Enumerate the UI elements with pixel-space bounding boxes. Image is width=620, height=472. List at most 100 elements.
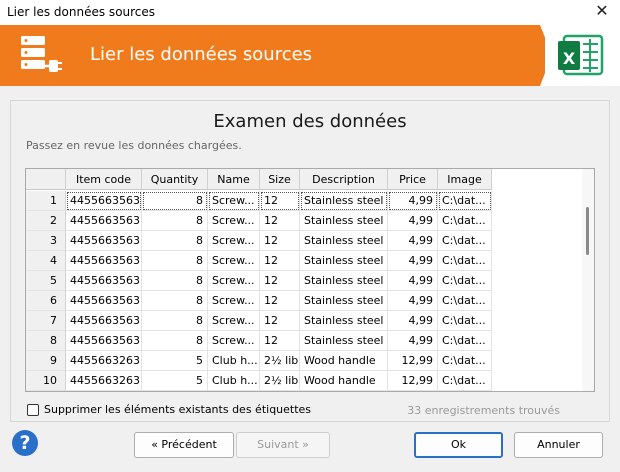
table-row[interactable]: 9 4455663263 5 Club h... 2½ lib Wood handle 12… [26,351,492,371]
quantity-cell[interactable]: 5 [142,351,208,371]
quantity-cell[interactable]: 8 [142,191,208,211]
description-cell[interactable]: Stainless steel [300,231,388,251]
image-cell[interactable]: C:\dat... [438,311,492,331]
quantity-cell[interactable]: 8 [142,211,208,231]
item-code-cell[interactable]: 4455663263 [66,351,142,371]
data-grid[interactable]: Item code Quantity Name Size Description… [25,168,595,392]
size-cell[interactable]: 2½ lib [260,371,300,391]
price-cell[interactable]: 4,99 [388,311,438,331]
description-cell[interactable]: Stainless steel [300,251,388,271]
size-cell[interactable]: 12 [260,231,300,251]
name-cell[interactable]: Club h... [208,371,260,391]
price-cell[interactable]: 4,99 [388,271,438,291]
name-cell[interactable]: Screw... [208,271,260,291]
size-cell[interactable]: 12 [260,191,300,211]
row-number: 5 [26,271,66,291]
size-cell[interactable]: 12 [260,251,300,271]
row-number: 8 [26,331,66,351]
quantity-cell[interactable]: 8 [142,311,208,331]
table-row[interactable]: 2 4455663563 8 Screw... 12 Stainless steel 4,9… [26,211,492,231]
image-cell[interactable]: C:\dat... [438,271,492,291]
name-cell[interactable]: Screw... [208,251,260,271]
item-code-cell[interactable]: 4455663563 [66,311,142,331]
size-cell[interactable]: 12 [260,291,300,311]
price-cell[interactable]: 4,99 [388,231,438,251]
column-header-size[interactable]: Size [260,169,300,190]
price-cell[interactable]: 12,99 [388,351,438,371]
price-cell[interactable]: 4,99 [388,291,438,311]
price-cell[interactable]: 12,99 [388,371,438,391]
table-row[interactable]: 10 4455663263 5 Club h... 2½ lib Wood handle 1… [26,371,492,391]
column-header-quantity[interactable]: Quantity [142,169,208,190]
description-cell[interactable]: Stainless steel [300,211,388,231]
description-cell[interactable]: Wood handle [300,371,388,391]
name-cell[interactable]: Screw... [208,331,260,351]
quantity-cell[interactable]: 8 [142,291,208,311]
description-cell[interactable]: Stainless steel [300,291,388,311]
quantity-cell[interactable]: 8 [142,251,208,271]
image-cell[interactable]: C:\dat... [438,191,492,211]
item-code-cell[interactable]: 4455663563 [66,271,142,291]
price-cell[interactable]: 4,99 [388,191,438,211]
remove-existing-checkbox[interactable] [27,404,39,416]
description-cell[interactable]: Stainless steel [300,271,388,291]
item-code-cell[interactable]: 4455663563 [66,291,142,311]
item-code-cell[interactable]: 4455663563 [66,231,142,251]
next-button[interactable]: Suivant » [236,432,330,458]
column-header-image[interactable]: Image [438,169,492,190]
table-row[interactable]: 7 4455663563 8 Screw... 12 Stainless steel 4,9… [26,311,492,331]
cancel-button[interactable]: Annuler [514,432,603,458]
name-cell[interactable]: Club h... [208,351,260,371]
ok-button[interactable]: Ok [414,432,503,458]
item-code-cell[interactable]: 4455663263 [66,371,142,391]
previous-button[interactable]: « Précédent [134,432,234,458]
table-row[interactable]: 8 4455663563 8 Screw... 12 Stainless steel 4,9… [26,331,492,351]
image-cell[interactable]: C:\dat... [438,371,492,391]
size-cell[interactable]: 12 [260,311,300,331]
description-cell[interactable]: Stainless steel [300,191,388,211]
price-cell[interactable]: 4,99 [388,211,438,231]
quantity-cell[interactable]: 5 [142,371,208,391]
name-cell[interactable]: Screw... [208,231,260,251]
image-cell[interactable]: C:\dat... [438,331,492,351]
table-row[interactable]: 4 4455663563 8 Screw... 12 Stainless steel 4,9… [26,251,492,271]
scrollbar-thumb[interactable] [586,207,589,255]
image-cell[interactable]: C:\dat... [438,211,492,231]
description-cell[interactable]: Stainless steel [300,331,388,351]
image-cell[interactable]: C:\dat... [438,231,492,251]
name-cell[interactable]: Screw... [208,291,260,311]
quantity-cell[interactable]: 8 [142,331,208,351]
column-header-item-code[interactable]: Item code [66,169,142,190]
size-cell[interactable]: 12 [260,271,300,291]
description-cell[interactable]: Wood handle [300,351,388,371]
image-cell[interactable]: C:\dat... [438,251,492,271]
item-code-cell[interactable]: 4455663563 [66,331,142,351]
column-header-description[interactable]: Description [300,169,388,190]
name-cell[interactable]: Screw... [208,191,260,211]
quantity-cell[interactable]: 8 [142,271,208,291]
column-header-name[interactable]: Name [208,169,260,190]
close-icon[interactable]: ✕ [594,2,610,20]
table-row[interactable]: 5 4455663563 8 Screw... 12 Stainless steel 4,9… [26,271,492,291]
name-cell[interactable]: Screw... [208,211,260,231]
image-cell[interactable]: C:\dat... [438,351,492,371]
item-code-cell[interactable]: 4455663563 [66,211,142,231]
size-cell[interactable]: 12 [260,331,300,351]
price-cell[interactable]: 4,99 [388,251,438,271]
table-row[interactable]: 1 4455663563 8 Screw... 12 Stainless steel 4,9… [26,191,492,211]
size-cell[interactable]: 2½ lib [260,351,300,371]
row-number: 1 [26,191,66,211]
size-cell[interactable]: 12 [260,211,300,231]
price-cell[interactable]: 4,99 [388,331,438,351]
table-row[interactable]: 6 4455663563 8 Screw... 12 Stainless steel 4,9… [26,291,492,311]
table-row[interactable]: 3 4455663563 8 Screw... 12 Stainless steel 4,9… [26,231,492,251]
image-cell[interactable]: C:\dat... [438,291,492,311]
item-code-cell[interactable]: 4455663563 [66,251,142,271]
item-code-cell[interactable]: 4455663563 [66,191,142,211]
vertical-scrollbar[interactable] [582,169,594,391]
column-header-price[interactable]: Price [388,169,438,190]
quantity-cell[interactable]: 8 [142,231,208,251]
name-cell[interactable]: Screw... [208,311,260,331]
description-cell[interactable]: Stainless steel [300,311,388,331]
help-icon[interactable]: ? [12,430,38,456]
